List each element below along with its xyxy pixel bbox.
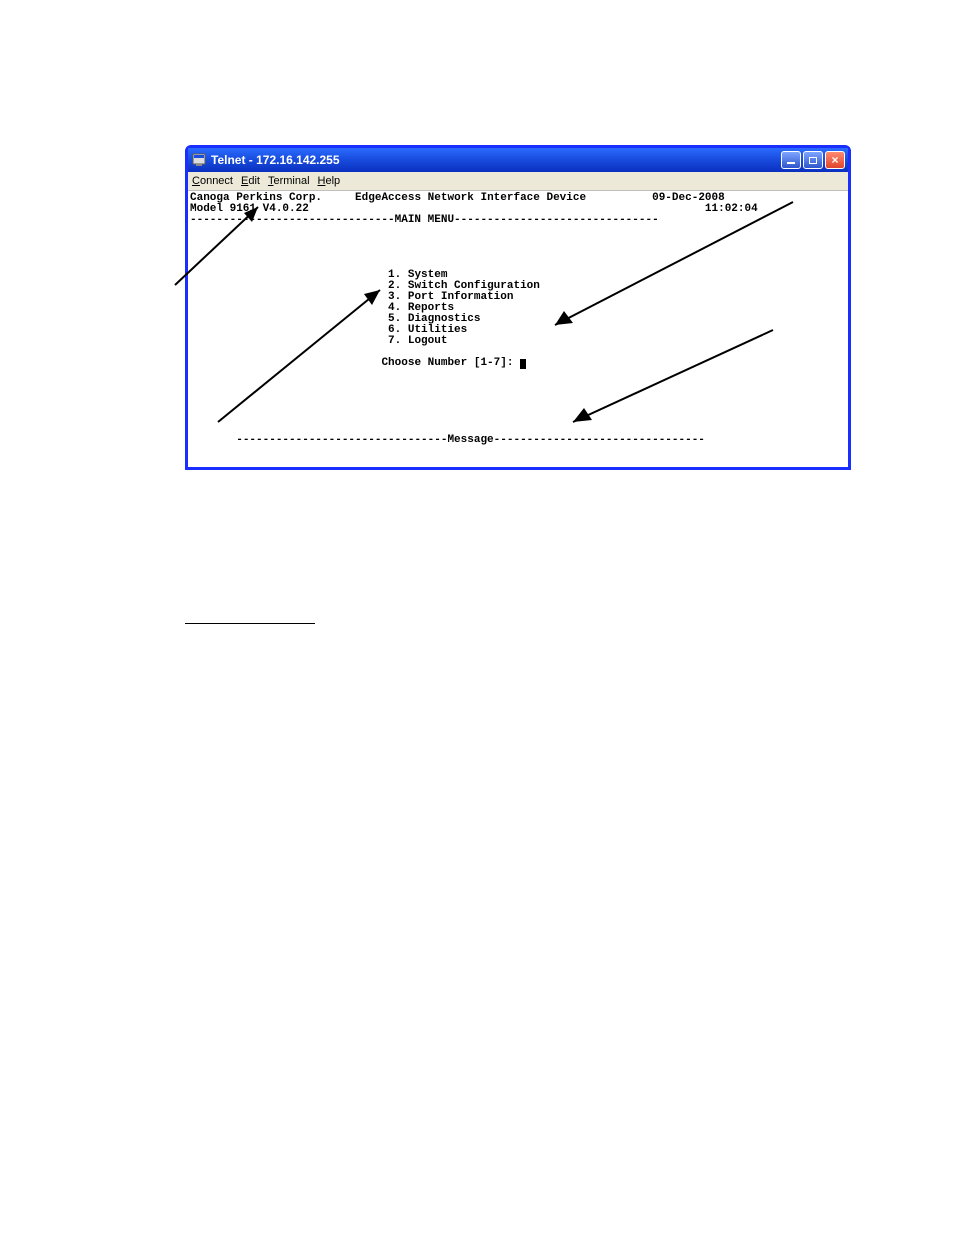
minimize-button[interactable] <box>781 151 801 169</box>
titlebar[interactable]: Telnet - 172.16.142.255 × <box>188 148 848 172</box>
menu-item-7: 7. Logout <box>388 335 447 347</box>
maximize-button[interactable] <box>803 151 823 169</box>
menu-edit[interactable]: Edit <box>241 175 260 187</box>
menu-label: erminal <box>273 175 309 187</box>
header-time: 11:02:04 <box>705 203 758 215</box>
menu-label: dit <box>248 175 260 187</box>
menu-label: onnect <box>200 175 233 187</box>
window-title: Telnet - 172.16.142.255 <box>211 153 781 167</box>
menu-connect[interactable]: Connect <box>192 175 233 187</box>
menu-terminal[interactable]: Terminal <box>268 175 310 187</box>
divider-message: --------------------------------Message-… <box>236 434 705 446</box>
header-device: EdgeAccess Network Interface Device <box>355 192 586 204</box>
prompt: Choose Number [1-7]: <box>381 357 520 369</box>
cursor-icon <box>520 359 526 369</box>
close-button[interactable]: × <box>825 151 845 169</box>
menu-help[interactable]: Help <box>318 175 341 187</box>
page-rule <box>185 623 315 624</box>
divider-main: -------------------------------MAIN MENU… <box>190 214 659 226</box>
menubar: Connect Edit Terminal Help <box>188 172 848 191</box>
telnet-window: Telnet - 172.16.142.255 × Connect Edit T… <box>185 145 851 470</box>
app-icon <box>192 153 206 167</box>
menu-label: elp <box>325 175 340 187</box>
window-buttons: × <box>781 151 845 169</box>
terminal-area[interactable]: Canoga Perkins Corp. EdgeAccess Network … <box>188 191 848 467</box>
